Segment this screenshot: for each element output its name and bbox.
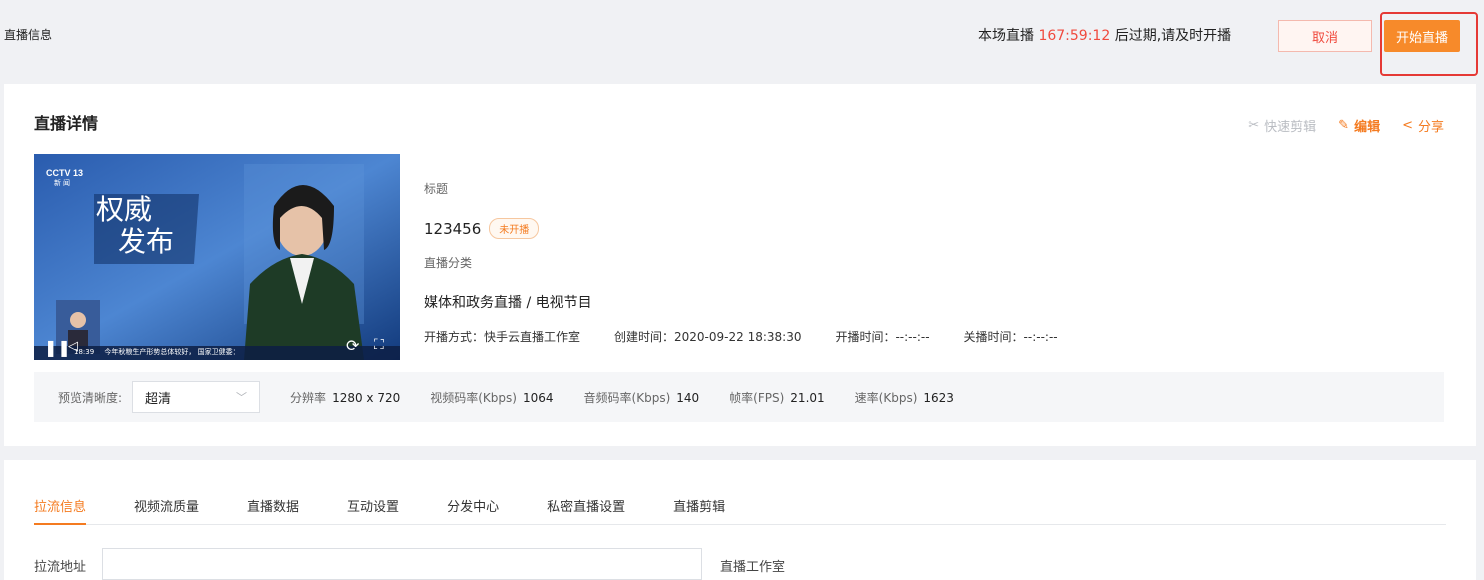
- edit-label: 编辑: [1354, 120, 1381, 135]
- live-mode: 开播方式：快手云直播工作室: [424, 330, 581, 344]
- share-label: 分享: [1417, 120, 1444, 135]
- share-icon: <: [1402, 118, 1413, 133]
- pull-url-label: 拉流地址: [34, 560, 87, 575]
- expiry-countdown: 本场直播 167:59:12 后过期,请及时开播: [978, 25, 1231, 45]
- channel-logo-text: CCTV 13: [46, 168, 84, 178]
- status-badge: 未开播: [489, 218, 540, 239]
- detail-tabs: 拉流信息 视频流质量 直播数据 互动设置 分发中心 私密直播设置 直播剪辑: [34, 496, 1446, 525]
- fps-label: 帧率(FPS): [729, 390, 785, 405]
- title-row: 123456 未开播: [424, 218, 540, 239]
- stream-stats-bar: 预览清晰度: 超清 ﹀ 分辨率 1280 x 720 视频码率(Kbps) 1064…: [34, 372, 1444, 422]
- tab-live-data[interactable]: 直播数据: [247, 496, 299, 524]
- pause-icon[interactable]: ❚❚: [44, 338, 71, 357]
- fps-stat: 帧率(FPS) 21.01: [729, 389, 824, 406]
- start-live-button[interactable]: 开始直播: [1384, 20, 1460, 52]
- video-ticker: 18:39 今年秋粮生产形势总体较好， 国家卫健委：: [74, 347, 240, 357]
- rate-label: 速率(Kbps): [854, 390, 918, 405]
- resolution-label: 分辨率: [290, 390, 327, 405]
- quick-clip-label: 快速剪辑: [1264, 120, 1317, 135]
- countdown-time: 167:59:12: [1038, 28, 1111, 44]
- rate-value: 1623: [923, 390, 954, 405]
- edit-action[interactable]: ✎ 编辑: [1338, 116, 1380, 135]
- channel-logo: CCTV 13 新 闻: [46, 168, 83, 188]
- ticker-text: 今年秋粮生产形势总体较好， 国家卫健委：: [104, 348, 240, 356]
- detail-actions: ✂ 快速剪辑 ✎ 编辑 < 分享: [1248, 116, 1444, 135]
- pull-url-field[interactable]: [102, 548, 702, 580]
- resolution-value: 1280 x 720: [332, 390, 401, 405]
- video-bitrate-value: 1064: [522, 390, 554, 405]
- live-meta: 开播方式：快手云直播工作室 创建时间：2020-09-22 18:38:30 开…: [424, 328, 1058, 345]
- tab-distribution[interactable]: 分发中心: [447, 496, 499, 524]
- section-title: 直播详情: [34, 114, 99, 133]
- fullscreen-icon[interactable]: ⛶: [374, 337, 384, 353]
- channel-sub-text: 新 闻: [54, 180, 70, 187]
- tabs-card: 拉流信息 视频流质量 直播数据 互动设置 分发中心 私密直播设置 直播剪辑 拉流…: [4, 460, 1476, 580]
- top-bar: 直播信息 本场直播 167:59:12 后过期,请及时开播 取消 开始直播: [0, 0, 1484, 76]
- preview-quality-select[interactable]: 超清 ﹀: [132, 381, 261, 413]
- video-bitrate-label: 视频码率(Kbps): [430, 390, 517, 405]
- video-preview[interactable]: CCTV 13 新 闻 权威 发布 18:39 今年秋粮生产形势总体较好， 国家…: [34, 154, 400, 360]
- category-label: 直播分类: [424, 256, 473, 270]
- end-time: 关播时间：--:--:--: [963, 330, 1058, 344]
- pull-extra-label: 直播工作室: [720, 560, 786, 575]
- page-title: 直播信息: [4, 28, 53, 42]
- video-caption: 权威 发布: [96, 194, 174, 258]
- title-label: 标题: [424, 182, 449, 196]
- resolution-stat: 分辨率 1280 x 720: [290, 389, 400, 406]
- rate-stat: 速率(Kbps) 1623: [855, 389, 954, 406]
- audio-bitrate-stat: 音频码率(Kbps) 140: [584, 389, 700, 406]
- chevron-down-icon: ﹀: [236, 391, 248, 404]
- caption-line-1: 权威: [96, 193, 153, 226]
- countdown-prefix: 本场直播: [978, 28, 1034, 44]
- video-frame-image: [34, 154, 400, 360]
- audio-bitrate-value: 140: [676, 390, 700, 405]
- volume-icon[interactable]: ◁: [68, 339, 78, 354]
- caption-line-2: 发布: [118, 225, 175, 258]
- quick-clip-action[interactable]: ✂ 快速剪辑: [1248, 116, 1316, 135]
- video-bitrate-stat: 视频码率(Kbps) 1064: [430, 389, 553, 406]
- countdown-suffix: 后过期,请及时开播: [1114, 28, 1232, 44]
- scissors-icon: ✂: [1248, 118, 1260, 133]
- tab-live-clip[interactable]: 直播剪辑: [673, 496, 725, 524]
- tab-pull-info[interactable]: 拉流信息: [34, 496, 87, 525]
- tab-stream-quality[interactable]: 视频流质量: [134, 496, 199, 524]
- category-value: 媒体和政务直播 / 电视节目: [424, 295, 592, 311]
- fps-value: 21.01: [790, 390, 825, 405]
- start-time: 开播时间：--:--:--: [835, 330, 930, 344]
- live-detail-card: 直播详情 ✂ 快速剪辑 ✎ 编辑 < 分享 CCTV 13 新 闻 权威 发布 …: [4, 84, 1476, 446]
- edit-icon: ✎: [1338, 118, 1350, 133]
- preview-quality-value: 超清: [145, 391, 172, 407]
- created-time: 创建时间：2020-09-22 18:38:30: [614, 330, 802, 344]
- live-title: 123456: [424, 219, 482, 238]
- audio-bitrate-label: 音频码率(Kbps): [583, 390, 671, 405]
- tab-interaction[interactable]: 互动设置: [347, 496, 399, 524]
- share-action[interactable]: < 分享: [1402, 116, 1444, 135]
- refresh-icon[interactable]: ⟳: [346, 336, 359, 355]
- cancel-button[interactable]: 取消: [1278, 20, 1372, 52]
- preview-quality-label: 预览清晰度:: [58, 390, 123, 405]
- tab-private-live[interactable]: 私密直播设置: [547, 496, 625, 524]
